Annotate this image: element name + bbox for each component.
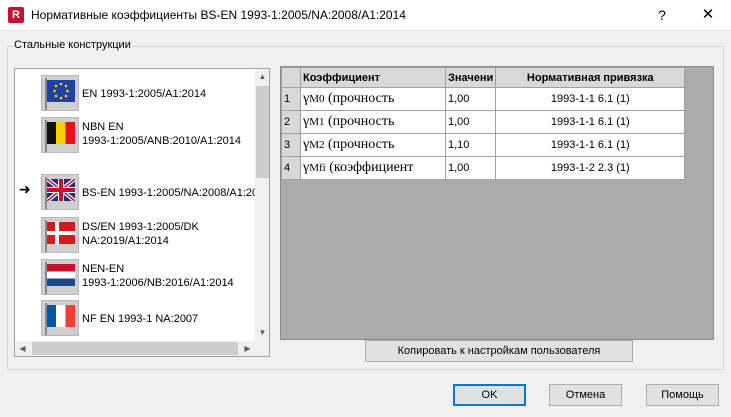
annex-label: NBN EN 1993-1:2005/ANB:2010/A1:2014 xyxy=(82,121,242,147)
uk-flag-icon xyxy=(41,174,79,210)
reference-cell: 1993-1-1 6.1 (1) xyxy=(495,110,686,134)
copy-to-user-settings-button[interactable]: Копировать к настройкам пользователя xyxy=(365,340,633,362)
list-item-netherlands[interactable]: NEN-EN 1993-1:2006/NB:2016/A1:2014 xyxy=(15,257,255,297)
value-cell[interactable]: 1,00 xyxy=(444,110,497,134)
value-cell[interactable]: 1,00 xyxy=(444,87,497,111)
column-header-reference[interactable]: Нормативная привязка xyxy=(495,67,686,88)
header-corner xyxy=(281,67,301,88)
annex-label: NF EN 1993-1 NA:2007 xyxy=(82,313,199,325)
national-annex-list[interactable]: EN 1993-1:2005/A1:2014 NBN EN 1993-1:200… xyxy=(14,68,270,357)
scroll-up-icon[interactable]: ▲ xyxy=(255,69,269,85)
netherlands-flag-icon xyxy=(41,259,79,295)
row-number[interactable]: 1 xyxy=(281,87,301,111)
row-number[interactable]: 4 xyxy=(281,156,301,180)
annex-label: BS-EN 1993-1:2005/NA:2008/A1:20 xyxy=(82,187,255,199)
title-bar: R Нормативные коэффициенты BS-EN 1993-1:… xyxy=(0,0,731,31)
scroll-left-icon[interactable]: ◀ xyxy=(15,341,30,356)
list-item-france[interactable]: NF EN 1993-1 NA:2007 xyxy=(15,298,255,338)
table-row[interactable]: 3 γM2 (прочность 1,10 1993-1-1 6.1 (1) xyxy=(281,133,686,157)
table-header-row: Коэффициент Значени Нормативная привязка xyxy=(281,67,686,88)
selected-arrow-icon: ➜ xyxy=(19,181,31,197)
cancel-button[interactable]: Отмена xyxy=(549,384,622,406)
list-item-belgium[interactable]: NBN EN 1993-1:2005/ANB:2010/A1:2014 xyxy=(15,115,255,155)
reference-cell: 1993-1-1 6.1 (1) xyxy=(495,87,686,111)
annex-label: NEN-EN 1993-1:2006/NB:2016/A1:2014 xyxy=(82,263,234,289)
help-button[interactable]: Помощь xyxy=(646,384,719,406)
horizontal-scrollbar[interactable]: ◀ ▶ xyxy=(15,341,255,356)
group-label: Стальные конструкции xyxy=(12,39,133,51)
list-item-eu[interactable]: EN 1993-1:2005/A1:2014 xyxy=(15,73,255,113)
vertical-scrollbar[interactable]: ▲ ▼ xyxy=(255,69,269,341)
vertical-scroll-thumb[interactable] xyxy=(256,86,269,178)
table-row[interactable]: 1 γM0 (прочность 1,00 1993-1-1 6.1 (1) xyxy=(281,87,686,111)
list-item-uk-selected[interactable]: ➜ BS-EN 1993-1:2005/NA:2008/A1:20 xyxy=(15,172,255,212)
annex-label: DS/EN 1993-1:2005/DK NA:2019/A1:2014 xyxy=(82,221,199,247)
eu-flag-icon xyxy=(41,75,79,111)
row-number[interactable]: 2 xyxy=(281,110,301,134)
coefficient-cell[interactable]: γMfi (коэффициент xyxy=(300,156,446,180)
table-row[interactable]: 2 γM1 (прочность 1,00 1993-1-1 6.1 (1) xyxy=(281,110,686,134)
coefficient-cell[interactable]: γM2 (прочность xyxy=(300,133,446,157)
coefficient-grid[interactable]: Коэффициент Значени Нормативная привязка… xyxy=(280,66,714,340)
list-item-denmark[interactable]: DS/EN 1993-1:2005/DK NA:2019/A1:2014 xyxy=(15,215,255,255)
coefficient-table: Коэффициент Значени Нормативная привязка… xyxy=(281,67,686,180)
annex-label: EN 1993-1:2005/A1:2014 xyxy=(82,88,207,100)
scroll-down-icon[interactable]: ▼ xyxy=(255,325,269,341)
app-logo-icon: R xyxy=(8,7,24,23)
coefficient-cell[interactable]: γM1 (прочность xyxy=(300,110,446,134)
annex-items: EN 1993-1:2005/A1:2014 NBN EN 1993-1:200… xyxy=(15,69,255,341)
ok-button[interactable]: OK xyxy=(453,384,526,406)
scroll-right-icon[interactable]: ▶ xyxy=(240,341,255,356)
scroll-corner xyxy=(255,341,269,356)
row-number[interactable]: 3 xyxy=(281,133,301,157)
close-button[interactable]: ✕ xyxy=(690,3,726,27)
table-row[interactable]: 4 γMfi (коэффициент 1,00 1993-1-2 2.3 (1… xyxy=(281,156,686,180)
belgium-flag-icon xyxy=(41,117,79,153)
reference-cell: 1993-1-2 2.3 (1) xyxy=(495,156,686,180)
column-header-value[interactable]: Значени xyxy=(444,67,497,88)
horizontal-scroll-thumb[interactable] xyxy=(32,342,238,355)
france-flag-icon xyxy=(41,300,79,336)
denmark-flag-icon xyxy=(41,217,79,253)
coefficient-cell[interactable]: γM0 (прочность xyxy=(300,87,446,111)
window-title: Нормативные коэффициенты BS-EN 1993-1:20… xyxy=(31,8,406,22)
value-cell[interactable]: 1,10 xyxy=(444,133,497,157)
reference-cell: 1993-1-1 6.1 (1) xyxy=(495,133,686,157)
column-header-coefficient[interactable]: Коэффициент xyxy=(300,67,446,88)
help-title-button[interactable]: ? xyxy=(648,3,676,27)
value-cell[interactable]: 1,00 xyxy=(444,156,497,180)
